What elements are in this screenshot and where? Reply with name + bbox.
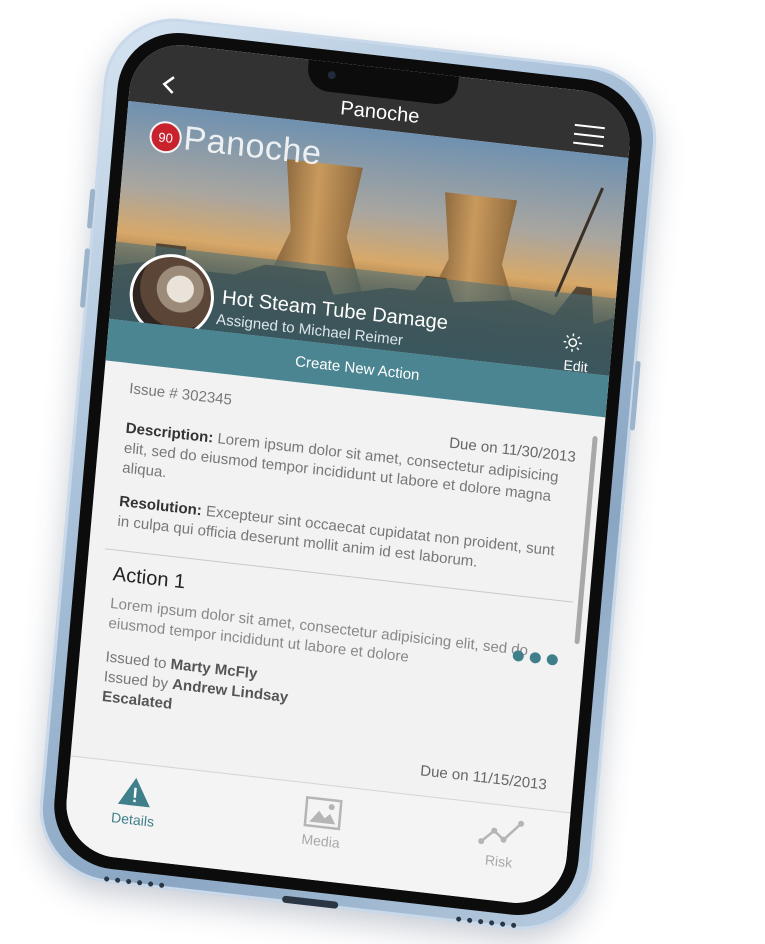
tab-details[interactable]: Details xyxy=(87,771,182,833)
tab-media[interactable]: Media xyxy=(275,792,370,854)
charging-port xyxy=(281,895,339,909)
line-chart-icon xyxy=(478,820,525,845)
warning-triangle-icon xyxy=(117,777,150,808)
mute-switch xyxy=(86,188,96,229)
tab-details-label: Details xyxy=(110,809,155,830)
site-name: Panoche xyxy=(182,119,324,173)
image-icon xyxy=(303,795,343,831)
phone-mockup: Panoche 90 Panoche Hot Steam Tube Damage… xyxy=(33,10,663,938)
front-camera xyxy=(327,70,337,80)
gear-icon[interactable] xyxy=(561,330,585,354)
phone-screen: Panoche 90 Panoche Hot Steam Tube Damage… xyxy=(62,39,634,909)
more-options-icon[interactable] xyxy=(512,649,559,666)
tab-risk-label: Risk xyxy=(484,851,513,871)
crane-image xyxy=(554,187,604,298)
speaker-grille xyxy=(103,875,165,888)
issue-details: Issue # 302345 Due on 11/30/2013 Descrip… xyxy=(71,360,606,813)
tab-media-label: Media xyxy=(300,830,341,851)
phone-bezel: Panoche 90 Panoche Hot Steam Tube Damage… xyxy=(49,26,647,922)
score-badge: 90 xyxy=(148,119,184,155)
hamburger-menu-icon[interactable] xyxy=(573,123,605,148)
power-button xyxy=(629,360,641,431)
volume-button xyxy=(79,248,91,309)
tab-risk[interactable]: Risk xyxy=(453,812,548,874)
speaker-grille xyxy=(455,915,517,928)
